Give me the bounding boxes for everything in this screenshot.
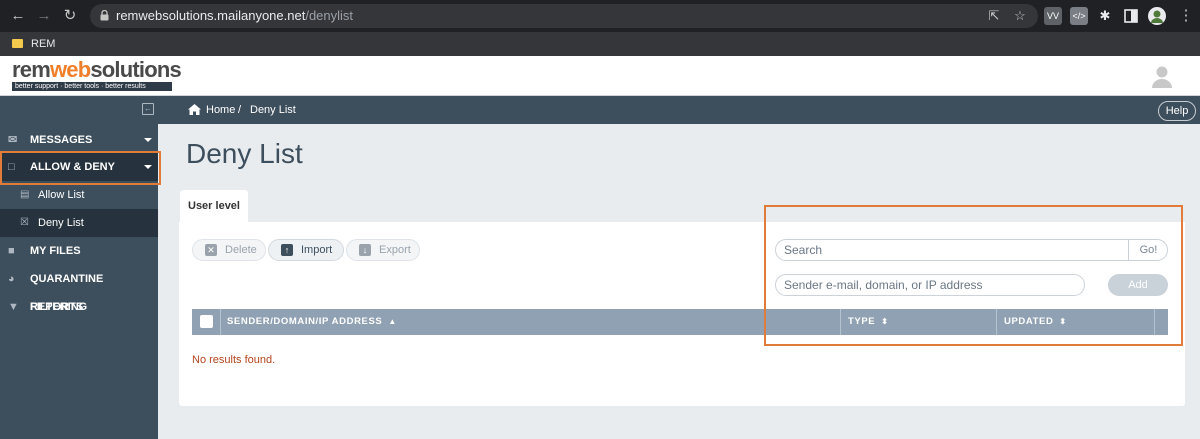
share-icon[interactable]: ⇱: [986, 8, 1002, 24]
sidebar: ← ✉ MESSAGES □ ALLOW & DENY ▤ Allow List…: [0, 96, 158, 439]
go-button[interactable]: Go!: [1128, 240, 1168, 260]
browser-toolbar: ← → ↻ remwebsolutions.mailanyone.net/den…: [0, 0, 1200, 32]
user-avatar-icon[interactable]: [1150, 64, 1174, 88]
trash-icon: ✕: [205, 244, 217, 256]
bookmarks-bar: REM: [0, 32, 1200, 56]
folder-icon: ■: [8, 245, 15, 257]
reload-button[interactable]: ↻: [60, 6, 80, 26]
import-button[interactable]: ↑ Import: [268, 239, 344, 261]
chevron-down-icon: [144, 138, 152, 142]
bookmark-rem[interactable]: REM: [12, 36, 55, 52]
sidebar-item-allow-deny[interactable]: □ ALLOW & DENY: [0, 153, 158, 181]
profile-icon[interactable]: [1148, 7, 1166, 25]
sidebar-item-allow-list[interactable]: ▤ Allow List: [0, 181, 158, 209]
browser-menu-icon[interactable]: ⋮: [1176, 6, 1196, 26]
back-button[interactable]: ←: [8, 6, 28, 26]
sidebar-item-quarantine-reports[interactable]: ◕ QUARANTINE REPORTS: [0, 265, 158, 313]
forward-button[interactable]: →: [34, 6, 54, 26]
sort-icon: ⬍: [1059, 317, 1067, 326]
breadcrumb-home[interactable]: Home: [206, 96, 235, 124]
allow-list-icon: ▤: [20, 189, 30, 200]
sidebar-item-deny-list[interactable]: ☒ Deny List: [0, 209, 158, 237]
add-button[interactable]: Add: [1108, 274, 1168, 296]
side-panel-icon[interactable]: [1122, 7, 1140, 25]
column-updated[interactable]: UPDATED ⬍: [1004, 309, 1067, 335]
deny-list-icon: ☒: [20, 217, 29, 228]
extension-code-icon[interactable]: </>: [1070, 7, 1088, 25]
breadcrumb-separator: /: [238, 104, 242, 116]
sort-icon: ⬍: [881, 317, 889, 326]
empty-message: No results found.: [192, 354, 276, 366]
envelope-icon: ✉: [8, 134, 18, 146]
sender-field: [775, 274, 1085, 296]
allow-deny-icon: □: [8, 161, 15, 173]
help-button[interactable]: Help: [1158, 101, 1196, 121]
sort-ascending-icon: ▲: [388, 317, 397, 326]
search-input[interactable]: [784, 242, 1119, 258]
logo-tagline: better support · better tools · better r…: [12, 82, 172, 91]
pie-chart-icon: ◕: [8, 273, 15, 285]
bookmark-folder-icon: [12, 39, 23, 48]
sidebar-item-filtering[interactable]: ▼ FILTERING: [0, 293, 158, 321]
filter-icon: ▼: [8, 301, 19, 313]
breadcrumb: Home / Deny List Help: [158, 96, 1200, 124]
tab-user-level[interactable]: User level: [180, 190, 248, 223]
sidebar-item-my-files[interactable]: ■ MY FILES: [0, 237, 158, 265]
bookmark-star-icon[interactable]: ☆: [1012, 8, 1028, 24]
address-bar[interactable]: remwebsolutions.mailanyone.net/denylist …: [90, 4, 1038, 28]
home-icon[interactable]: [188, 104, 201, 115]
extensions-puzzle-icon[interactable]: ✱: [1096, 7, 1114, 25]
search-field: Go!: [775, 239, 1168, 261]
sidebar-item-messages[interactable]: ✉ MESSAGES: [0, 126, 158, 154]
delete-button[interactable]: ✕ Delete: [192, 239, 266, 261]
chevron-down-icon: [144, 165, 152, 169]
column-type[interactable]: TYPE ⬍: [848, 309, 889, 335]
select-all-checkbox[interactable]: [200, 315, 213, 328]
page-title: Deny List: [186, 138, 303, 169]
lock-icon: [100, 10, 109, 21]
column-sender[interactable]: SENDER/DOMAIN/IP ADDRESS ▲: [227, 309, 397, 335]
extension-vv-icon[interactable]: VV: [1044, 7, 1062, 25]
sidebar-collapse-icon[interactable]: ←: [142, 103, 154, 115]
logo[interactable]: remwebsolutions better support · better …: [12, 59, 182, 93]
export-button[interactable]: ↓ Export: [346, 239, 420, 261]
table-header: SENDER/DOMAIN/IP ADDRESS ▲ TYPE ⬍ UPDATED ⬍: [192, 309, 1168, 335]
app-header: remwebsolutions better support · better …: [0, 56, 1200, 96]
breadcrumb-current: Deny List: [250, 104, 296, 116]
sender-input[interactable]: [784, 277, 1074, 293]
export-icon: ↓: [359, 244, 371, 256]
import-icon: ↑: [281, 244, 293, 256]
url-text: remwebsolutions.mailanyone.net/denylist: [116, 8, 354, 23]
